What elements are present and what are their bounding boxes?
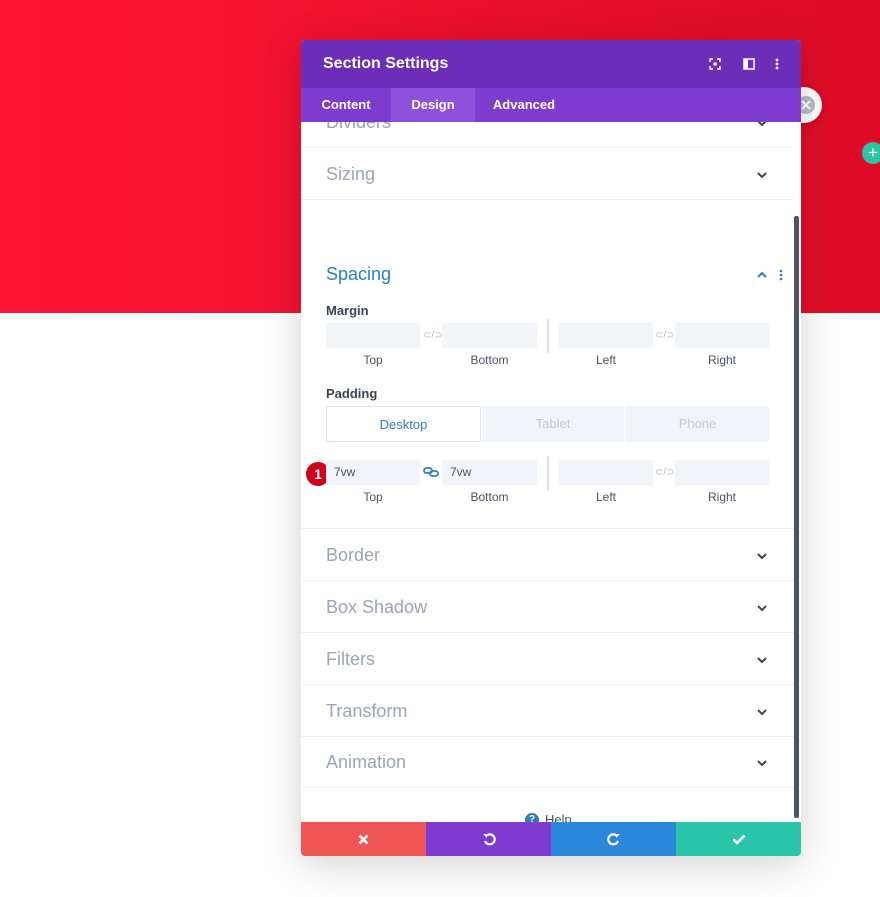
- section-title: Transform: [326, 701, 408, 721]
- close-icon: [358, 834, 369, 844]
- section-sizing[interactable]: Sizing: [301, 148, 794, 200]
- chevron-down-icon: [757, 172, 767, 179]
- modal-title: Section Settings: [323, 55, 449, 72]
- divider: [547, 319, 549, 353]
- add-row-button[interactable]: +: [862, 142, 880, 164]
- padding-label: Padding: [326, 386, 378, 401]
- sub-label-right: Right: [707, 490, 736, 504]
- section-animation[interactable]: Animation: [301, 736, 794, 788]
- focus-icon[interactable]: [705, 54, 725, 74]
- section-spacing-title[interactable]: Spacing: [326, 264, 391, 285]
- section-title: Animation: [326, 752, 407, 772]
- save-button[interactable]: [676, 822, 801, 856]
- section-title: Box Shadow: [326, 597, 428, 617]
- section-title: Sizing: [326, 164, 376, 184]
- split-view-icon[interactable]: [739, 54, 759, 74]
- section-border[interactable]: Border: [301, 529, 794, 581]
- margin-bottom-input[interactable]: [442, 323, 537, 348]
- padding-top-input[interactable]: 7vw: [326, 460, 420, 485]
- link-active-icon[interactable]: [423, 465, 439, 479]
- chevron-up-icon[interactable]: [755, 268, 769, 282]
- padding-bottom-input[interactable]: 7vw: [442, 460, 537, 485]
- help-icon: ?: [525, 812, 539, 822]
- section-transform[interactable]: Transform: [301, 685, 794, 737]
- chevron-down-icon: [757, 760, 767, 767]
- sub-label-bottom: Bottom: [470, 490, 509, 504]
- link-icon[interactable]: ⊂/⊃: [655, 467, 675, 478]
- margin-right-input[interactable]: [675, 323, 769, 348]
- modal-footer: [301, 822, 801, 856]
- chevron-down-icon: [757, 553, 767, 560]
- undo-icon: [482, 833, 496, 846]
- chevron-down-icon: [757, 122, 767, 127]
- chevron-down-icon: [757, 657, 767, 664]
- redo-icon: [606, 833, 620, 846]
- modal-header: Section Settings: [301, 40, 801, 88]
- padding-left-input[interactable]: [559, 460, 653, 485]
- sub-label-left: Left: [595, 490, 616, 504]
- device-tab-tablet[interactable]: Tablet: [482, 406, 624, 442]
- device-tab-phone[interactable]: Phone: [626, 406, 769, 442]
- section-dividers[interactable]: Dividers: [301, 122, 794, 148]
- sub-label-bottom: Bottom: [470, 353, 509, 367]
- sub-label-right: Right: [707, 353, 736, 367]
- help-link[interactable]: ? Help: [525, 812, 572, 822]
- section-title: Dividers: [326, 122, 392, 132]
- margin-top-input[interactable]: [326, 323, 420, 348]
- chevron-down-icon: [757, 709, 767, 716]
- margin-label: Margin: [326, 303, 369, 318]
- divider: [547, 456, 549, 490]
- device-tab-desktop[interactable]: Desktop: [326, 406, 481, 442]
- section-title: Border: [326, 545, 381, 565]
- tab-content[interactable]: Content: [301, 88, 391, 122]
- discard-button[interactable]: [301, 822, 426, 856]
- tab-design[interactable]: Design: [391, 88, 475, 122]
- section-box-shadow[interactable]: Box Shadow: [301, 581, 794, 633]
- scrollbar[interactable]: [794, 216, 799, 818]
- link-icon[interactable]: ⊂/⊃: [423, 330, 443, 341]
- tab-bar: Content Design Advanced: [301, 88, 801, 122]
- section-settings-modal: Section Settings Content Design Advanced…: [301, 40, 801, 856]
- kebab-menu-icon[interactable]: [767, 54, 787, 74]
- redo-button[interactable]: [551, 822, 676, 856]
- tab-advanced[interactable]: Advanced: [475, 88, 573, 122]
- device-tabs: Desktop Tablet Phone: [326, 406, 769, 442]
- chevron-down-icon: [757, 605, 767, 612]
- sub-label-top: Top: [363, 490, 383, 504]
- undo-button[interactable]: [426, 822, 551, 856]
- margin-left-input[interactable]: [559, 323, 653, 348]
- sub-label-top: Top: [363, 353, 383, 367]
- section-title: Filters: [326, 649, 375, 669]
- link-icon[interactable]: ⊂/⊃: [655, 330, 675, 341]
- checkmark-icon: [732, 834, 745, 845]
- sub-label-left: Left: [595, 353, 616, 367]
- help-label: Help: [545, 812, 572, 822]
- section-filters[interactable]: Filters: [301, 633, 794, 685]
- settings-body: Dividers Sizing Spacing Margin ⊂/⊃ ⊂/⊃ T…: [301, 122, 801, 822]
- kebab-menu-icon[interactable]: [779, 268, 783, 282]
- padding-right-input[interactable]: [675, 460, 769, 485]
